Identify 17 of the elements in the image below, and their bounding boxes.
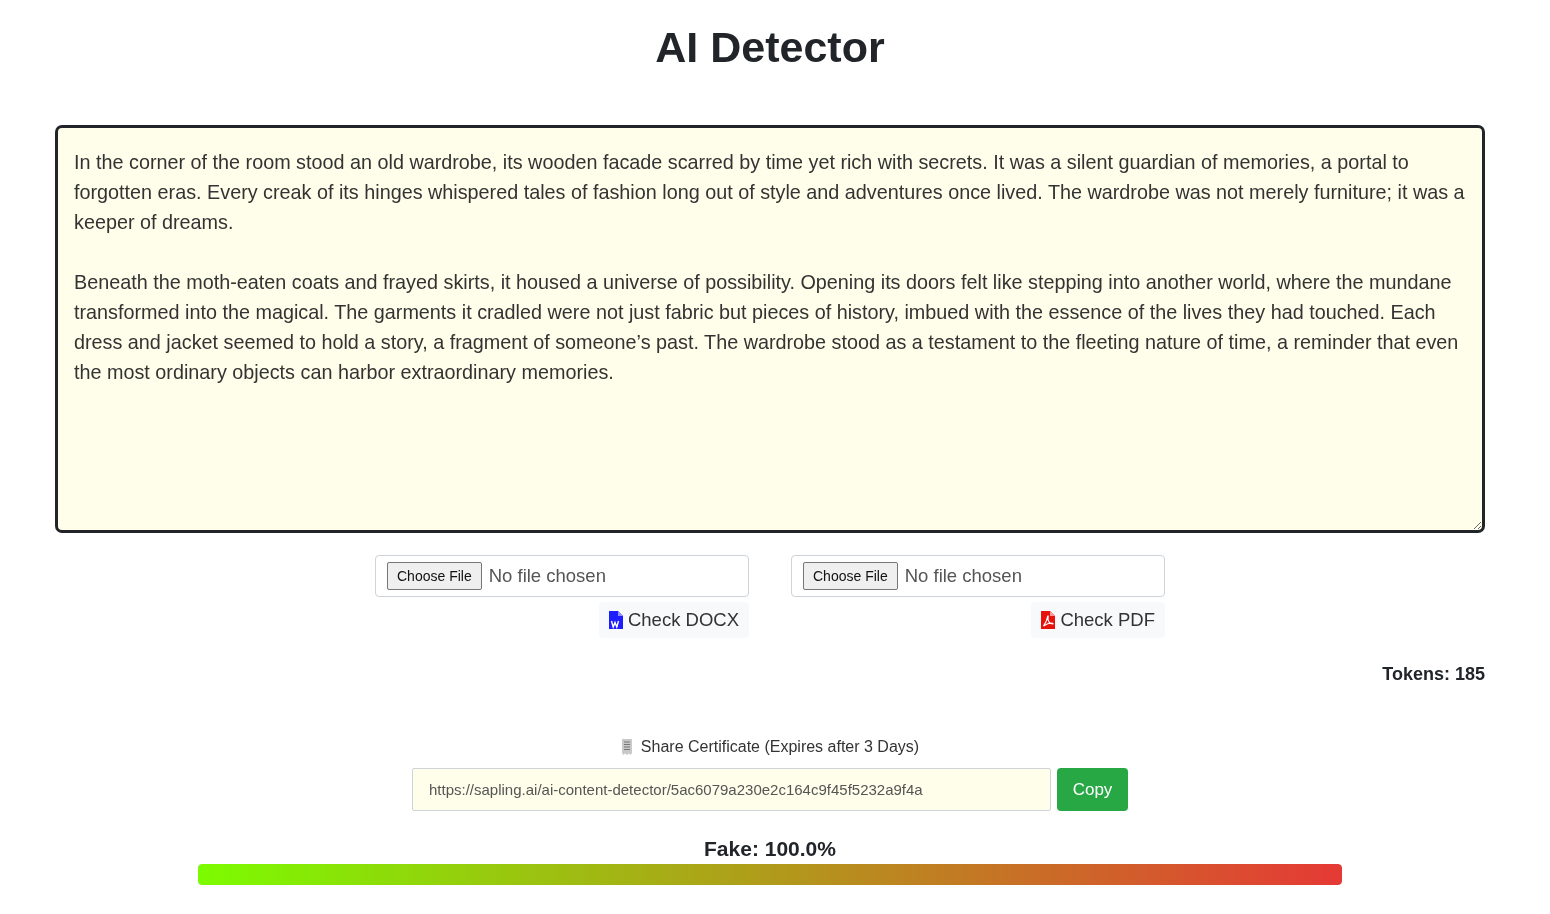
share-certificate-label: Share Certificate (Expires after 3 Days) <box>640 737 920 757</box>
choose-file-button[interactable]: Choose File <box>387 562 482 590</box>
document-icon <box>608 611 623 629</box>
file-status-text: No file chosen <box>904 564 1022 589</box>
choose-file-button[interactable]: Choose File <box>803 562 898 590</box>
file-status-text: No file chosen <box>488 564 606 589</box>
page-title: AI Detector <box>655 22 885 72</box>
result-label: Fake: 100.0% <box>704 836 836 862</box>
url-field[interactable]: https://sapling.ai/ai-content-detector/5ac6079a230e2c164c9f45f5232a9f4a <box>412 768 1051 811</box>
file-input[interactable]: Choose File No file chosen <box>791 555 1165 597</box>
receipt-icon <box>620 739 633 755</box>
token-count: Tokens: 185 <box>1382 663 1485 686</box>
text-input[interactable]: In the corner of the room stood an old wardrobe, its wooden facade scarred by time yet rich with secrets. It was a silent guardian of memories, a portal to forgotten eras. Every creak of its hinges whispered tales of fashion long out of style and adventures once lived. The wardrobe was not merely furniture; it was a keeper of dreams. Beneath the moth-eaten coats and frayed skirts, it housed a universe of possibility. Opening its doors felt like stepping into another world, where the mundane transformed into the magical. The garments it cradled were not just fabric but pieces of history, imbued with the essence of the lives they had touched. Each dress and jacket seemed to hold a story, a fragment of someone’s past. The wardrobe stood as a testament to the fleeting nature of time, a reminder that even the most ordinary objects can harbor extraordinary memories. <box>55 125 1485 533</box>
check-button[interactable]: Check DOCX <box>598 602 749 638</box>
document-icon <box>1041 611 1056 629</box>
file-input[interactable]: Choose File No file chosen <box>375 555 749 597</box>
check-button[interactable]: Check PDF <box>1031 602 1165 638</box>
